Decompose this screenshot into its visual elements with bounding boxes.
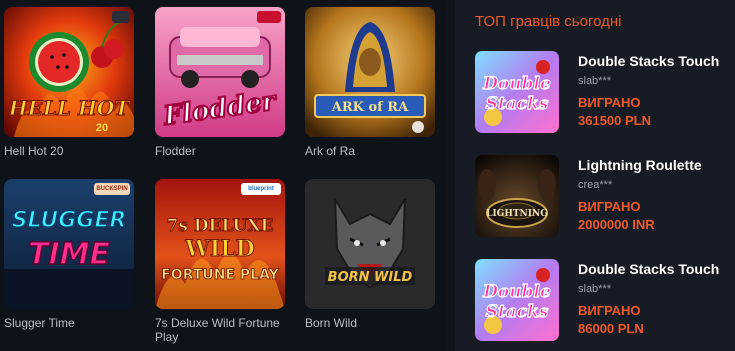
svg-text:FORTUNE PLAY: FORTUNE PLAY [161, 267, 279, 283]
game-card-7s-deluxe-wild-fortune-play[interactable]: 7s DELUXE WILD FORTUNE PLAY blueprint 7s… [155, 179, 287, 344]
provider-badge [257, 11, 281, 23]
game-title[interactable]: Born Wild [305, 316, 437, 330]
winner-amount: 2000000 INR [578, 217, 655, 232]
game-title[interactable]: 7s Deluxe Wild Fortune Play [155, 316, 287, 344]
svg-text:WILD: WILD [184, 236, 255, 262]
lightning-roulette-artwork: LIGHTNING [475, 155, 559, 237]
game-thumbnail[interactable]: ARK of RA [305, 7, 435, 137]
winner-entry[interactable]: Double Stacks Double Stacks Touch slab**… [475, 259, 735, 341]
winner-amount: 86000 PLN [578, 321, 644, 336]
game-card-ark-of-ra[interactable]: ARK of RA Ark of Ra [305, 7, 437, 158]
game-card-slugger-time[interactable]: SLUGGER TIME BUCKSPIN Slugger Time [4, 179, 136, 330]
born-wild-artwork: BORN WILD [305, 179, 435, 309]
svg-text:BORN WILD: BORN WILD [328, 270, 413, 285]
svg-text:7s DELUXE: 7s DELUXE [166, 216, 273, 236]
winner-username: slab*** [578, 283, 612, 295]
game-thumbnail[interactable]: SLUGGER TIME BUCKSPIN [4, 179, 134, 309]
game-card-born-wild[interactable]: BORN WILD Born Wild [305, 179, 437, 330]
game-title[interactable]: Slugger Time [4, 316, 136, 330]
provider-badge: BUCKSPIN [94, 183, 130, 195]
game-grid: HELL HOT 20 Hell Hot 20 Flodder Flodder … [0, 0, 445, 351]
svg-text:Double: Double [482, 282, 551, 302]
game-thumbnail[interactable]: Flodder [155, 7, 285, 137]
winner-game-name[interactable]: Lightning Roulette [578, 157, 702, 173]
winner-entry[interactable]: Double Stacks Double Stacks Touch slab**… [475, 51, 735, 133]
svg-text:TIME: TIME [28, 237, 110, 272]
panel-title: ТОП гравців сьогодні [475, 13, 622, 30]
winner-game-thumbnail[interactable]: Double Stacks [475, 51, 559, 133]
double-stacks-artwork: Double Stacks [475, 259, 559, 341]
svg-text:HELL HOT: HELL HOT [8, 96, 132, 120]
slugger-time-artwork: SLUGGER TIME [4, 179, 134, 309]
winner-username: crea*** [578, 179, 613, 191]
svg-text:Double: Double [482, 74, 551, 94]
winner-username: slab*** [578, 75, 612, 87]
winner-game-name[interactable]: Double Stacks Touch [578, 53, 719, 69]
svg-text:LIGHTNING: LIGHTNING [486, 209, 548, 219]
winner-game-thumbnail[interactable]: LIGHTNING [475, 155, 559, 237]
winner-amount: 361500 PLN [578, 113, 651, 128]
flodder-artwork: Flodder [155, 7, 285, 137]
winner-label: ВИГРАНО [578, 95, 641, 110]
game-thumbnail[interactable]: HELL HOT 20 [4, 7, 134, 137]
double-stacks-artwork: Double Stacks [475, 51, 559, 133]
game-card-flodder[interactable]: Flodder Flodder [155, 7, 287, 158]
provider-badge: blueprint [241, 183, 281, 195]
svg-text:20: 20 [96, 122, 108, 134]
winner-game-thumbnail[interactable]: Double Stacks [475, 259, 559, 341]
game-title[interactable]: Flodder [155, 144, 287, 158]
game-thumbnail[interactable]: BORN WILD [305, 179, 435, 309]
svg-text:Stacks: Stacks [486, 302, 549, 322]
game-card-hell-hot-20[interactable]: HELL HOT 20 Hell Hot 20 [4, 7, 136, 158]
svg-text:ARK of RA: ARK of RA [331, 100, 409, 115]
game-title[interactable]: Ark of Ra [305, 144, 437, 158]
ark-of-ra-artwork: ARK of RA [305, 7, 435, 137]
svg-text:SLUGGER: SLUGGER [12, 208, 127, 233]
7s-deluxe-artwork: 7s DELUXE WILD FORTUNE PLAY [155, 179, 285, 309]
svg-text:Stacks: Stacks [486, 94, 549, 114]
game-thumbnail[interactable]: 7s DELUXE WILD FORTUNE PLAY blueprint [155, 179, 285, 309]
hell-hot-artwork: HELL HOT 20 [4, 7, 134, 137]
game-title[interactable]: Hell Hot 20 [4, 144, 136, 158]
provider-badge [112, 11, 130, 23]
winner-label: ВИГРАНО [578, 303, 641, 318]
winner-game-name[interactable]: Double Stacks Touch [578, 261, 719, 277]
top-players-panel: ТОП гравців сьогодні Double Stacks Doubl… [455, 0, 735, 351]
winner-entry[interactable]: LIGHTNING Lightning Roulette crea*** ВИГ… [475, 155, 735, 237]
winner-label: ВИГРАНО [578, 199, 641, 214]
